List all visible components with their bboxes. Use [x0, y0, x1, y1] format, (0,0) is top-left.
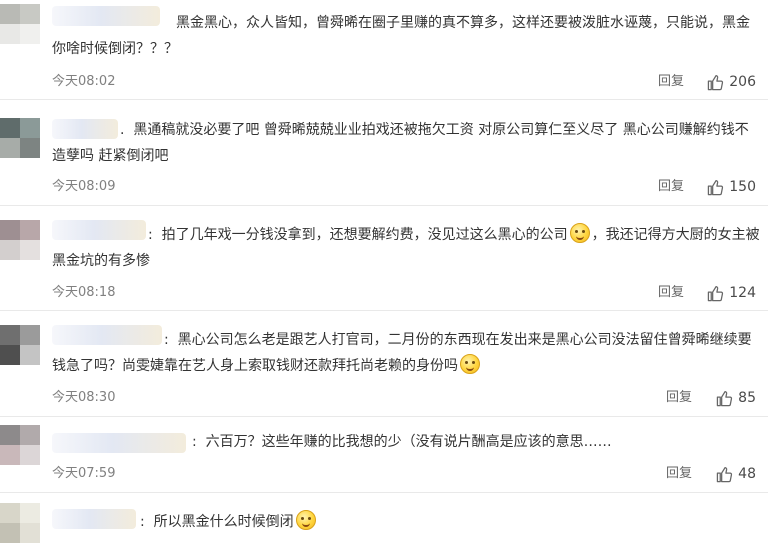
like-button[interactable]: 150	[707, 177, 756, 197]
comment-text: 黑金黑心，众人皆知，曾舜晞在圈子里赚的真不算多，这样还要被泼脏水诬蔑，只能说，黑…	[52, 15, 750, 57]
comment-text: : 六百万？这些年赚的比我想的少（没有说片酬高是应该的意思……	[192, 434, 612, 450]
comment-time: 今天08:30	[52, 390, 116, 405]
avatar[interactable]	[0, 325, 40, 365]
thumbs-up-icon	[708, 285, 724, 301]
like-button[interactable]: 85	[716, 388, 756, 408]
comment-item: 黑金黑心，众人皆知，曾舜晞在圈子里赚的真不算多，这样还要被泼脏水诬蔑，只能说，黑…	[0, 0, 768, 100]
comment-time: 今天08:18	[52, 285, 116, 300]
comment-text: : 黑心公司怎么老是跟艺人打官司，二月份的东西现在发出来是黑心公司没法留住曾舜晞…	[52, 332, 752, 374]
comment-item: : 六百万？这些年赚的比我想的少（没有说片酬高是应该的意思…… 今天07:59 …	[0, 417, 768, 493]
thumbs-up-icon	[716, 390, 733, 406]
comment-meta: 今天07:59 回复 48	[52, 464, 756, 484]
thumbs-up-icon	[708, 74, 724, 90]
like-count: 150	[729, 179, 756, 195]
avatar[interactable]	[0, 4, 40, 44]
thumbs-up-icon	[716, 466, 733, 482]
avatar[interactable]	[0, 425, 40, 465]
like-count: 48	[738, 466, 756, 482]
reply-button[interactable]: 回复	[666, 464, 692, 484]
comment-item: : 所以黑金什么时候倒闭	[0, 493, 768, 545]
like-count: 85	[738, 390, 756, 406]
comment-item: : 拍了几年戏一分钱没拿到，还想要解约费，没见过这么黑心的公司 ，我还记得方大厨的…	[0, 206, 768, 311]
comment-text: . 黑通稿就没必要了吧 曾舜晞兢兢业业拍戏还被拖欠工资 对原公司算仁至义尽了 黑…	[52, 122, 749, 164]
avatar[interactable]	[0, 220, 40, 260]
like-button[interactable]: 124	[707, 283, 756, 303]
like-count: 124	[729, 285, 756, 301]
reply-button[interactable]: 回复	[666, 388, 692, 408]
comment-item: . 黑通稿就没必要了吧 曾舜晞兢兢业业拍戏还被拖欠工资 对原公司算仁至义尽了 黑…	[0, 100, 768, 206]
avatar[interactable]	[0, 118, 40, 158]
smile-emoji-icon	[295, 510, 316, 530]
comment-time: 今天08:02	[52, 74, 116, 89]
thumbs-up-icon	[708, 179, 724, 195]
avatar[interactable]	[0, 503, 40, 543]
reply-button[interactable]: 回复	[658, 72, 684, 92]
comment-time: 今天08:09	[52, 179, 116, 194]
like-count: 206	[729, 74, 756, 90]
comment-item: : 黑心公司怎么老是跟艺人打官司，二月份的东西现在发出来是黑心公司没法留住曾舜晞…	[0, 311, 768, 417]
comment-meta: 今天08:09 回复 150	[52, 177, 756, 197]
comment-text: : 所以黑金什么时候倒闭	[52, 509, 762, 535]
comment-time: 今天07:59	[52, 466, 116, 481]
like-button[interactable]: 206	[707, 72, 756, 92]
like-button[interactable]: 48	[716, 464, 756, 484]
smile-emoji-icon	[569, 223, 590, 243]
comment-meta: 今天08:18 回复 124	[52, 283, 756, 303]
reply-button[interactable]: 回复	[658, 177, 684, 197]
smile-emoji-icon	[460, 354, 480, 374]
comment-meta: 今天08:30 回复 85	[52, 388, 756, 408]
reply-button[interactable]: 回复	[658, 283, 684, 303]
comment-meta: 今天08:02 回复 206	[52, 72, 756, 92]
comment-text: : 拍了几年戏一分钱没拿到，还想要解约费，没见过这么黑心的公司 ，我还记得方大厨的…	[52, 222, 762, 274]
